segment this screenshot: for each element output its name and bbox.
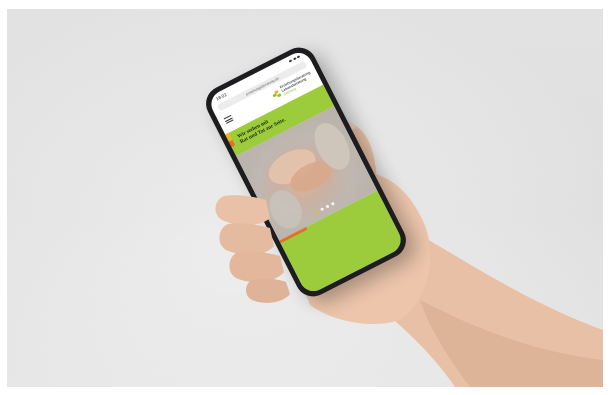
finger-pinky — [246, 278, 290, 303]
finger-middle — [219, 223, 274, 255]
fingers-illustration — [215, 195, 290, 303]
finger-index — [215, 195, 270, 226]
finger-ring — [229, 251, 284, 283]
